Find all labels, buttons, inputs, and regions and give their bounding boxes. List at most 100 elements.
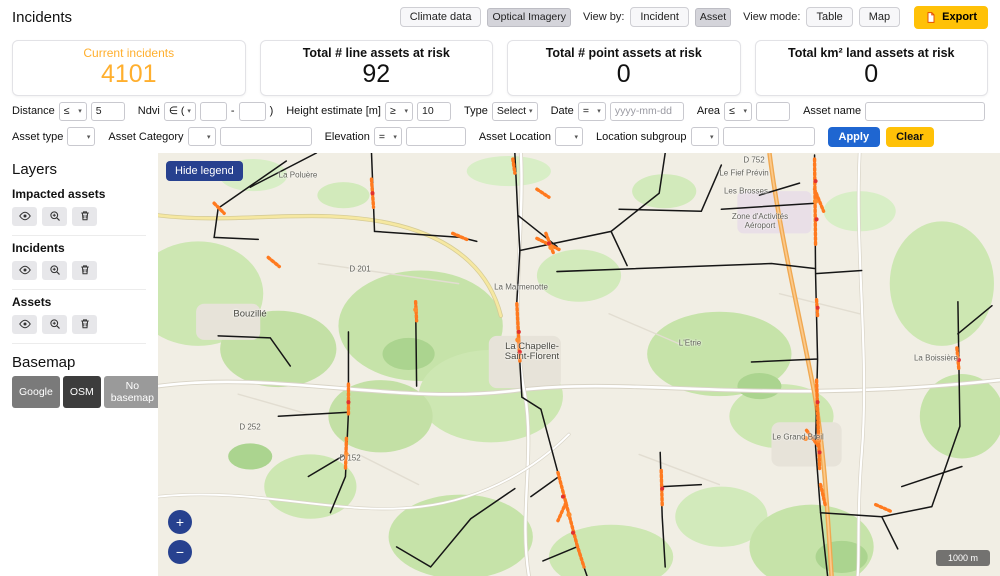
stat-card-title: Total # line assets at risk [265, 46, 489, 60]
area-operator-select[interactable]: ≤▾ [724, 102, 752, 121]
location-subgroup-input[interactable] [723, 127, 815, 146]
ndvi-max-input[interactable] [239, 102, 266, 121]
climate-data-button[interactable]: Climate data [400, 7, 482, 27]
ndvi-close-paren: ) [270, 105, 274, 117]
ndvi-label: Ndvi [138, 105, 160, 117]
optical-imagery-button[interactable]: Optical Imagery [487, 8, 571, 27]
trash-icon [79, 210, 91, 222]
height-operator-select[interactable]: ≥▾ [385, 102, 413, 121]
export-button[interactable]: Export [914, 6, 988, 29]
type-select[interactable]: Select▾ [492, 102, 538, 121]
layer-label: Assets [12, 295, 146, 309]
elevation-label: Elevation [325, 131, 370, 143]
view-mode-label: View mode: [743, 11, 800, 23]
clear-button[interactable]: Clear [886, 127, 934, 147]
ndvi-operator-select[interactable]: ∈ (▾ [164, 102, 196, 121]
map-scale-bar: 1000 m [936, 550, 990, 566]
asset-type-select[interactable]: ▾ [67, 127, 95, 146]
asset-category-select[interactable]: ▾ [188, 127, 216, 146]
filter-asset-category: Asset Category ▾ [108, 127, 311, 146]
filter-asset-location: Asset Location ▾ [479, 127, 583, 146]
stat-card-value: 0 [760, 61, 984, 89]
type-label: Type [464, 105, 488, 117]
asset-name-input[interactable] [865, 102, 985, 121]
stat-card-title: Total km² land assets at risk [760, 46, 984, 60]
eye-icon [19, 264, 31, 276]
toggle-visibility-button[interactable] [12, 315, 37, 334]
elevation-operator-select[interactable]: =▾ [374, 127, 402, 146]
basemap-none-button[interactable]: No basemap [104, 376, 161, 408]
trash-icon [79, 264, 91, 276]
stat-card-current-incidents: Current incidents 4101 [12, 40, 246, 96]
area-value-input[interactable] [756, 102, 790, 121]
location-subgroup-select[interactable]: ▾ [691, 127, 719, 146]
magnifier-plus-icon [49, 210, 61, 222]
delete-layer-button[interactable] [72, 207, 97, 226]
filter-date: Date =▾ [551, 102, 684, 121]
zoom-to-layer-button[interactable] [42, 207, 67, 226]
map-canvas[interactable] [158, 153, 1000, 576]
eye-icon [19, 318, 31, 330]
date-input[interactable] [610, 102, 684, 121]
basemap-osm-button[interactable]: OSM [63, 376, 101, 408]
asset-location-select[interactable]: ▾ [555, 127, 583, 146]
zoom-in-button[interactable]: + [168, 510, 192, 534]
asset-category-label: Asset Category [108, 131, 183, 143]
layer-label: Incidents [12, 241, 146, 255]
chevron-down-icon: ▾ [404, 107, 408, 115]
chevron-down-icon: ▾ [710, 133, 714, 141]
chevron-down-icon: ▾ [744, 107, 748, 115]
hide-legend-button[interactable]: Hide legend [166, 161, 243, 181]
toggle-visibility-button[interactable] [12, 207, 37, 226]
apply-button[interactable]: Apply [828, 127, 881, 147]
height-value-input[interactable] [417, 102, 451, 121]
magnifier-plus-icon [49, 318, 61, 330]
asset-category-input[interactable] [220, 127, 312, 146]
filter-distance: Distance ≤▾ [12, 102, 125, 121]
page-title: Incidents [12, 9, 72, 26]
delete-layer-button[interactable] [72, 315, 97, 334]
stat-card-value: 4101 [17, 61, 241, 89]
distance-value-input[interactable] [91, 102, 125, 121]
ndvi-min-input[interactable] [200, 102, 227, 121]
stat-card-land-assets: Total km² land assets at risk 0 [755, 40, 989, 96]
distance-operator-select[interactable]: ≤▾ [59, 102, 87, 121]
layer-impacted-assets: Impacted assets [12, 182, 146, 236]
toggle-visibility-button[interactable] [12, 261, 37, 280]
stat-card-title: Total # point assets at risk [512, 46, 736, 60]
zoom-out-button[interactable]: − [168, 540, 192, 564]
zoom-to-layer-button[interactable] [42, 261, 67, 280]
chevron-down-icon: ▾ [78, 107, 82, 115]
map-container[interactable]: La PoluèreLes BrossesLe Fief PrévinD 752… [158, 153, 1000, 576]
layers-title: Layers [12, 161, 146, 178]
delete-layer-button[interactable] [72, 261, 97, 280]
view-by-incident-button[interactable]: Incident [630, 7, 689, 27]
location-subgroup-label: Location subgroup [596, 131, 687, 143]
asset-name-label: Asset name [803, 105, 861, 117]
filter-row-2: Asset type ▾ Asset Category ▾ Elevation … [12, 127, 988, 147]
date-operator-select[interactable]: =▾ [578, 102, 606, 121]
filter-asset-type: Asset type ▾ [12, 127, 95, 146]
eye-icon [19, 210, 31, 222]
layer-label: Impacted assets [12, 187, 146, 201]
filter-type: Type Select▾ [464, 102, 538, 121]
view-mode-table-button[interactable]: Table [806, 7, 852, 27]
filter-ndvi: Ndvi ∈ (▾ - ) [138, 102, 273, 121]
zoom-to-layer-button[interactable] [42, 315, 67, 334]
trash-icon [79, 318, 91, 330]
zoom-controls: + − [168, 510, 192, 564]
view-mode-map-button[interactable]: Map [859, 7, 900, 27]
layer-assets: Assets [12, 290, 146, 344]
basemap-title: Basemap [12, 354, 146, 371]
basemap-google-button[interactable]: Google [12, 376, 60, 408]
magnifier-plus-icon [49, 264, 61, 276]
filter-location-subgroup: Location subgroup ▾ [596, 127, 815, 146]
view-by-asset-button[interactable]: Asset [695, 8, 731, 27]
layer-incidents: Incidents [12, 236, 146, 290]
stat-card-line-assets: Total # line assets at risk 92 [260, 40, 494, 96]
elevation-value-input[interactable] [406, 127, 466, 146]
stat-card-title: Current incidents [17, 46, 241, 60]
chevron-down-icon: ▾ [393, 133, 397, 141]
filter-area: Area ≤▾ [697, 102, 790, 121]
area-label: Area [697, 105, 720, 117]
